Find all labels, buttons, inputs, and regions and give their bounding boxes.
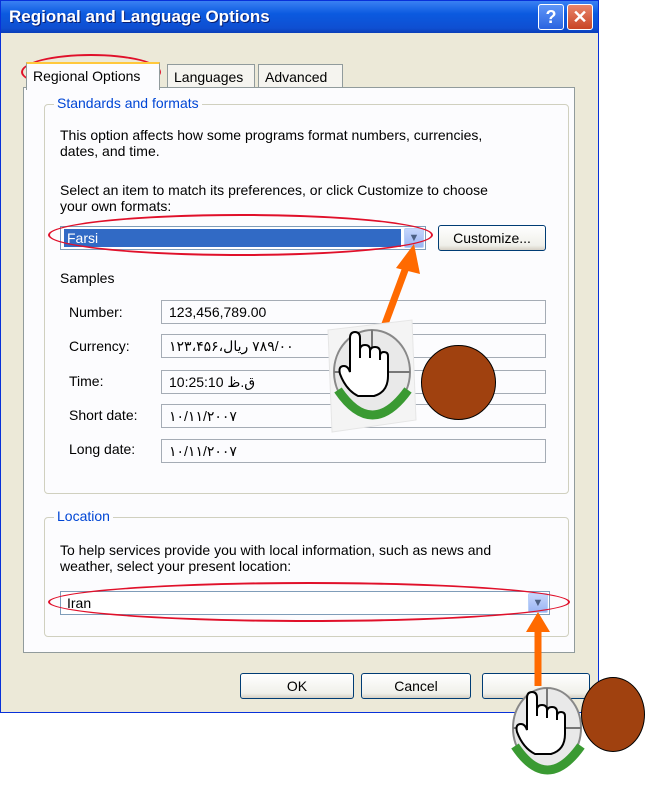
sample-label-currency: Currency: bbox=[69, 338, 130, 354]
help-icon[interactable]: ? bbox=[538, 4, 564, 30]
location-desc-line2: weather, select your present location: bbox=[60, 558, 292, 574]
tab-regional-options[interactable]: Regional Options bbox=[26, 62, 160, 90]
tab-advanced[interactable]: Advanced bbox=[258, 64, 343, 88]
location-legend: Location bbox=[54, 508, 113, 524]
hand-cursor-icon bbox=[327, 319, 417, 433]
sample-label-short-date: Short date: bbox=[69, 407, 138, 423]
location-highlight-oval bbox=[48, 582, 570, 622]
standards-desc-line2: dates, and time. bbox=[60, 143, 160, 159]
title-bar[interactable]: Regional and Language Options ? ✕ bbox=[1, 1, 598, 33]
standards-legend: Standards and formats bbox=[54, 95, 202, 111]
step-marker-circle bbox=[581, 677, 645, 752]
select-instructions-line1: Select an item to match its preferences,… bbox=[60, 182, 488, 198]
tab-languages[interactable]: Languages bbox=[167, 64, 255, 88]
sample-label-long-date: Long date: bbox=[69, 441, 136, 457]
sample-label-number: Number: bbox=[69, 304, 123, 320]
samples-label: Samples bbox=[60, 270, 115, 286]
customize-button[interactable]: Customize... bbox=[438, 225, 546, 251]
step-marker-circle bbox=[421, 345, 496, 420]
ok-button[interactable]: OK bbox=[240, 673, 354, 699]
standards-desc-line1: This option affects how some programs fo… bbox=[60, 127, 483, 143]
sample-label-time: Time: bbox=[69, 373, 104, 389]
cancel-button[interactable]: Cancel bbox=[361, 673, 471, 699]
hand-cursor-icon bbox=[511, 687, 585, 775]
close-icon[interactable]: ✕ bbox=[567, 4, 593, 30]
sample-value-long-date: ١٠/١١/٢٠٠٧ bbox=[161, 439, 546, 463]
standards-groupbox: Standards and formats This option affect… bbox=[44, 95, 569, 494]
location-desc-line1: To help services provide you with local … bbox=[60, 542, 492, 558]
select-instructions-line2: your own formats: bbox=[60, 198, 172, 214]
window-title: Regional and Language Options bbox=[9, 7, 270, 26]
